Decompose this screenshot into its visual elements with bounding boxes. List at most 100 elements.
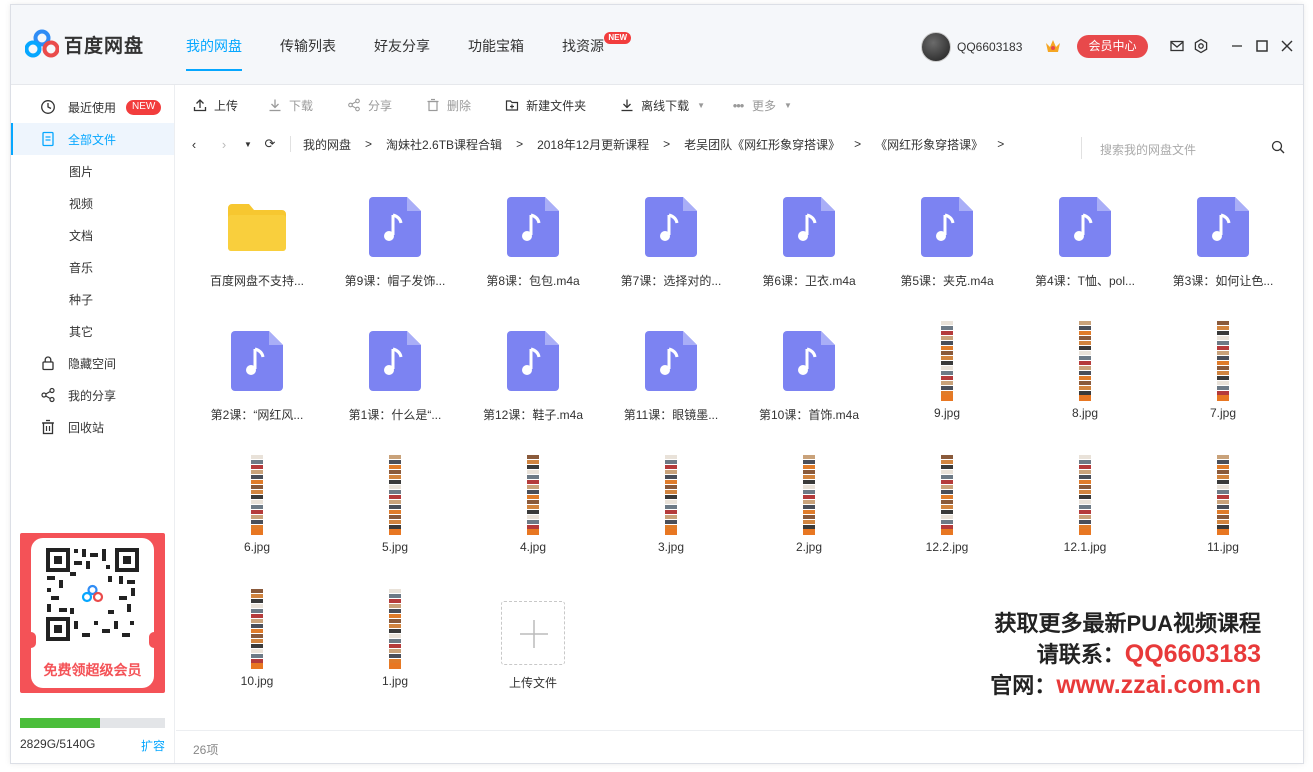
file-name: 第10课：首饰.m4a: [758, 408, 860, 422]
storage-usage: 2829G/5140G: [20, 737, 96, 751]
file-item[interactable]: 2.jpg: [740, 443, 878, 573]
forward-icon[interactable]: ›: [216, 137, 232, 152]
file-item[interactable]: 5.jpg: [326, 443, 464, 573]
sidebar-item-torrents[interactable]: 种子: [11, 283, 174, 315]
audio-file-icon: [775, 187, 843, 267]
file-item[interactable]: 第5课：夹克.m4a: [878, 175, 1016, 305]
file-item[interactable]: 第3课：如何让色...: [1154, 175, 1292, 305]
file-item[interactable]: 10.jpg: [188, 577, 326, 707]
file-item[interactable]: 第10课：首饰.m4a: [740, 309, 878, 439]
back-icon[interactable]: ‹: [186, 137, 202, 152]
image-thumbnail: [913, 455, 981, 535]
file-item[interactable]: 第9课：帽子发饰...: [326, 175, 464, 305]
history-dropdown-icon[interactable]: ▼: [240, 140, 256, 149]
file-name: 第12课：鞋子.m4a: [482, 408, 584, 422]
file-name: 6.jpg: [243, 540, 271, 554]
new-folder-button[interactable]: 新建文件夹: [505, 85, 586, 125]
vip-center-button[interactable]: 会员中心: [1077, 35, 1148, 58]
upload-button[interactable]: 上传: [193, 85, 238, 125]
file-item[interactable]: 11.jpg: [1154, 443, 1292, 573]
tab-toolbox[interactable]: 功能宝箱: [468, 5, 524, 85]
sidebar-item-other[interactable]: 其它: [11, 315, 174, 347]
more-button[interactable]: ••• 更多 ▼: [731, 85, 792, 125]
file-item[interactable]: 8.jpg: [1016, 309, 1154, 439]
file-item[interactable]: 第7课：选择对的...: [602, 175, 740, 305]
settings-icon[interactable]: [1193, 38, 1209, 54]
status-bar: 26项: [176, 730, 1303, 763]
file-name: 第9课：帽子发饰...: [344, 274, 446, 288]
file-item[interactable]: 7.jpg: [1154, 309, 1292, 439]
search-input[interactable]: 搜索我的网盘文件: [1100, 141, 1196, 158]
minimize-icon[interactable]: [1229, 38, 1245, 54]
breadcrumb-item[interactable]: 我的网盘: [303, 136, 351, 153]
file-name: 第2课：“网红风...: [210, 408, 304, 422]
delete-button[interactable]: 删除: [426, 85, 471, 125]
file-item[interactable]: 第6课：卫衣.m4a: [740, 175, 878, 305]
file-item[interactable]: 第8课：包包.m4a: [464, 175, 602, 305]
file-item[interactable]: 百度网盘不支持...: [188, 175, 326, 305]
new-folder-icon: [505, 100, 519, 111]
more-label: 更多: [752, 98, 777, 113]
audio-file-icon: [1051, 187, 1119, 267]
search-icon[interactable]: [1271, 140, 1285, 154]
breadcrumb-separator: >: [516, 137, 524, 151]
file-item[interactable]: 第4课：T恤、pol...: [1016, 175, 1154, 305]
sidebar-item-hidden-space[interactable]: 隐藏空间: [11, 347, 174, 379]
share-label: 分享: [368, 98, 393, 113]
file-item[interactable]: 第11课：眼镜墨...: [602, 309, 740, 439]
vip-crown-icon[interactable]: [1045, 39, 1061, 53]
breadcrumb-item[interactable]: 2018年12月更新课程: [537, 136, 649, 153]
avatar[interactable]: [921, 32, 951, 62]
breadcrumb-separator: >: [365, 137, 373, 151]
sidebar-item-label: 回收站: [68, 420, 105, 435]
user-info[interactable]: QQ6603183: [921, 32, 1022, 62]
file-item[interactable]: 12.1.jpg: [1016, 443, 1154, 573]
sidebar-item-my-shares[interactable]: 我的分享: [11, 379, 174, 411]
breadcrumb-separator: >: [854, 137, 862, 151]
mail-icon[interactable]: [1169, 38, 1185, 54]
sidebar-item-videos[interactable]: 视频: [11, 187, 174, 219]
tab-friend-share[interactable]: 好友分享: [374, 5, 430, 85]
file-name: 1.jpg: [381, 674, 409, 688]
sidebar-item-documents[interactable]: 文档: [11, 219, 174, 251]
breadcrumb-item[interactable]: 老吴团队《网红形象穿搭课》: [684, 136, 840, 153]
expand-storage-link[interactable]: 扩容: [141, 737, 165, 754]
share-icon: [348, 98, 360, 112]
sidebar-item-music[interactable]: 音乐: [11, 251, 174, 283]
file-item[interactable]: 4.jpg: [464, 443, 602, 573]
file-item[interactable]: 12.2.jpg: [878, 443, 1016, 573]
breadcrumb-item[interactable]: 淘妹社2.6TB课程合辑: [386, 136, 502, 153]
file-item[interactable]: 第12课：鞋子.m4a: [464, 309, 602, 439]
file-item[interactable]: 6.jpg: [188, 443, 326, 573]
file-item[interactable]: 第2课：“网红风...: [188, 309, 326, 439]
sidebar-item-all-files[interactable]: 全部文件: [11, 123, 174, 155]
file-item[interactable]: 9.jpg: [878, 309, 1016, 439]
image-thumbnail: [1051, 455, 1119, 535]
file-item[interactable]: 第1课：什么是“...: [326, 309, 464, 439]
sidebar-item-images[interactable]: 图片: [11, 155, 174, 187]
tab-my-disk[interactable]: 我的网盘: [186, 5, 242, 85]
close-icon[interactable]: [1279, 38, 1295, 54]
file-item[interactable]: 3.jpg: [602, 443, 740, 573]
file-name: 12.1.jpg: [1063, 540, 1107, 554]
watermark: 获取更多最新PUA视频课程 请联系：QQ6603183 官网：www.zzai.…: [990, 609, 1261, 701]
vip-promo-banner[interactable]: 免费领超级会员: [20, 533, 165, 693]
sidebar-item-recent[interactable]: 最近使用 NEW: [11, 91, 174, 123]
file-item[interactable]: 1.jpg: [326, 577, 464, 707]
download-button[interactable]: 下载: [268, 85, 313, 125]
app-logo[interactable]: 百度网盘: [25, 29, 144, 59]
more-dots-icon: •••: [732, 97, 745, 113]
sidebar-item-recycle-bin[interactable]: 回收站: [11, 411, 174, 443]
tab-transfer-list[interactable]: 传输列表: [280, 5, 336, 85]
breadcrumb-item[interactable]: 《网红形象穿搭课》: [875, 136, 983, 153]
new-badge: NEW: [126, 99, 162, 115]
offline-download-button[interactable]: 离线下载 ▼: [620, 85, 705, 125]
share-button[interactable]: 分享: [347, 85, 392, 125]
chevron-down-icon: ▼: [784, 100, 792, 110]
search-box[interactable]: 搜索我的网盘文件: [1081, 137, 1291, 159]
maximize-icon[interactable]: [1254, 38, 1270, 54]
refresh-icon[interactable]: ⟳: [262, 136, 278, 152]
tab-find-resources[interactable]: 找资源 NEW: [562, 5, 631, 85]
audio-file-icon: [775, 321, 843, 401]
upload-file-tile[interactable]: 上传文件: [464, 577, 602, 707]
